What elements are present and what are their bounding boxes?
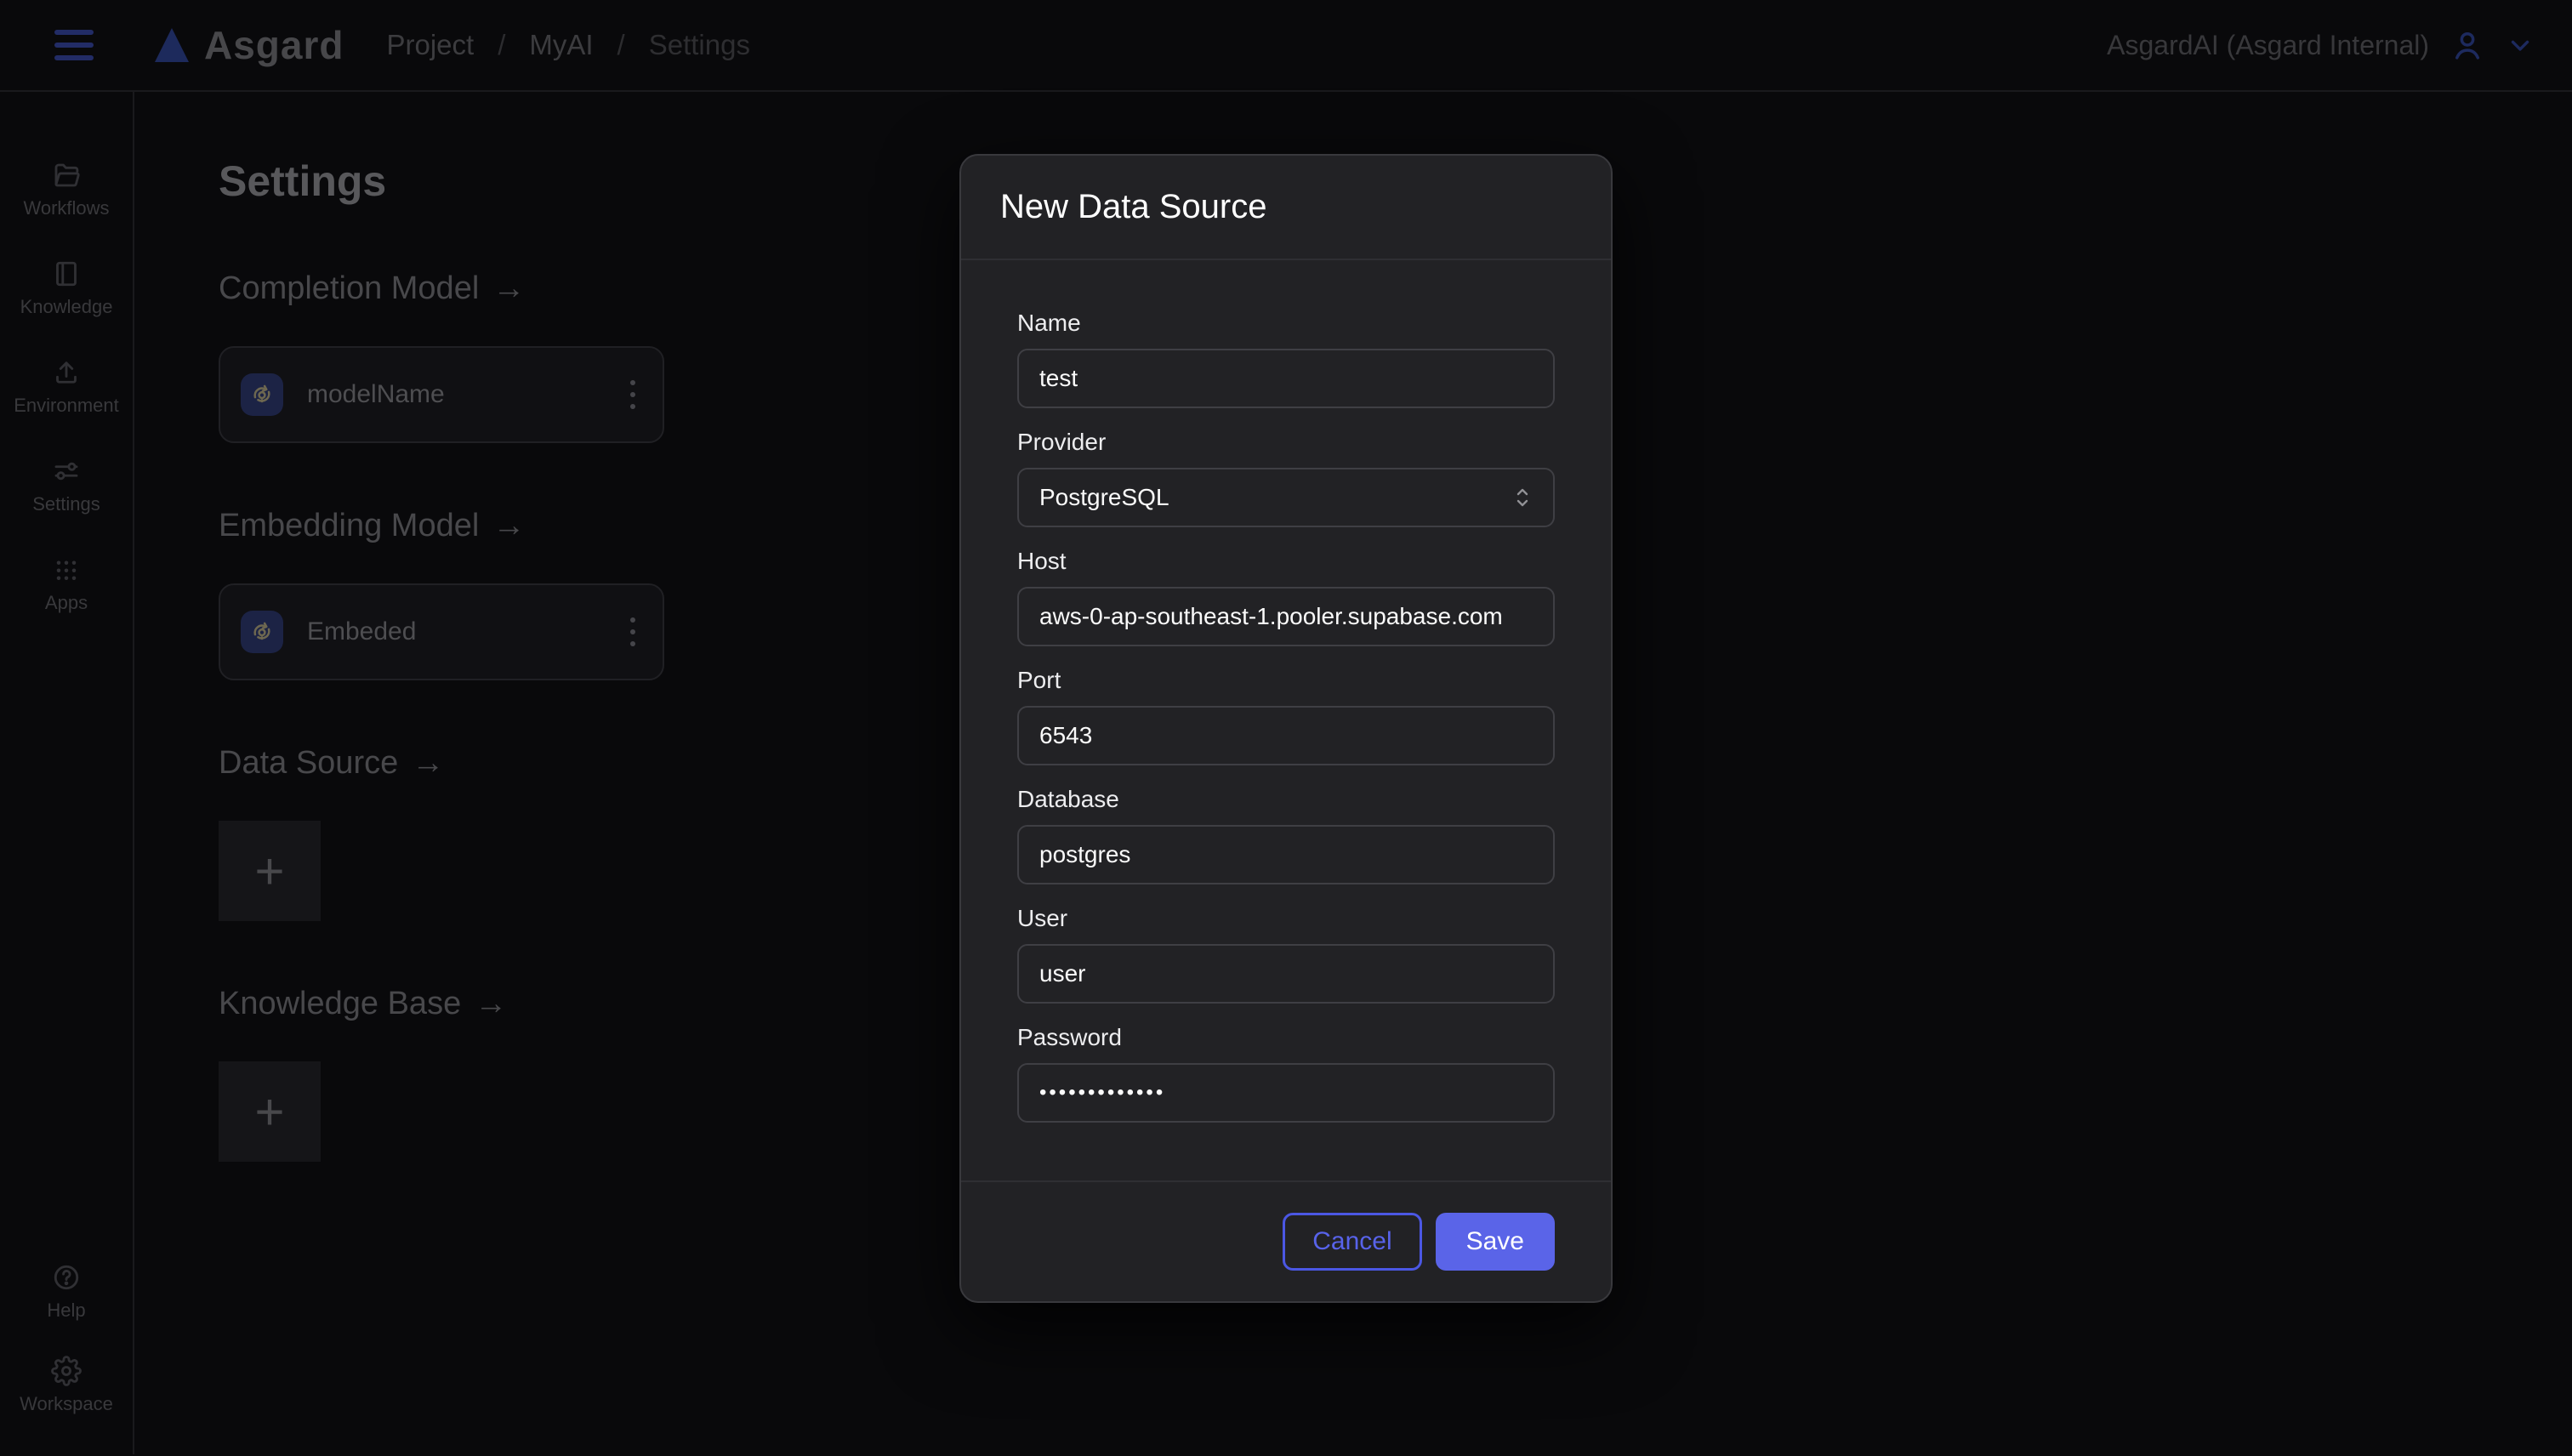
user-label: User: [1017, 905, 1555, 932]
add-data-source-button[interactable]: +: [219, 821, 321, 921]
name-label: Name: [1017, 310, 1555, 337]
kebab-menu-icon[interactable]: [625, 375, 640, 414]
plus-icon: +: [254, 1083, 284, 1141]
add-knowledge-base-button[interactable]: +: [219, 1061, 321, 1162]
hamburger-menu-icon[interactable]: [54, 26, 99, 64]
modal-body: Name Provider PostgreSQL Host: [961, 260, 1611, 1180]
model-icon-tile: [241, 373, 283, 416]
section-label: Data Source: [219, 745, 398, 782]
arrow-right-icon: →: [412, 745, 444, 782]
app-logo: Asgard: [155, 22, 344, 68]
logo-text: Asgard: [204, 22, 344, 68]
sidebar-item-help[interactable]: Help: [47, 1262, 85, 1322]
section-label: Knowledge Base: [219, 986, 461, 1022]
sidebar-item-label: Settings: [32, 493, 100, 515]
model-sync-bulb-icon: [248, 380, 276, 409]
host-field-group: Host: [1017, 548, 1555, 646]
modal-header: New Data Source: [961, 156, 1611, 260]
sliders-icon: [51, 456, 82, 486]
provider-field-group: Provider PostgreSQL: [1017, 429, 1555, 527]
sidebar: Workflows Knowledge Environment Settings: [0, 92, 134, 1454]
model-sync-bulb-icon: [248, 617, 276, 646]
plus-icon: +: [254, 842, 284, 901]
host-input[interactable]: [1017, 587, 1555, 646]
select-chevrons-icon: [1512, 484, 1533, 511]
password-label: Password: [1017, 1024, 1555, 1051]
completion-model-card[interactable]: modelName: [219, 346, 664, 443]
user-input[interactable]: [1017, 944, 1555, 1004]
breadcrumb-myai[interactable]: MyAI: [529, 29, 593, 61]
breadcrumb: Project / MyAI / Settings: [386, 29, 749, 61]
database-input[interactable]: [1017, 825, 1555, 884]
modal-footer: Cancel Save: [961, 1180, 1611, 1301]
breadcrumb-settings[interactable]: Settings: [649, 29, 750, 61]
arrow-right-icon: →: [475, 986, 507, 1022]
chevron-down-icon[interactable]: [2506, 31, 2535, 60]
model-icon-tile: [241, 611, 283, 653]
new-data-source-modal: New Data Source Name Provider PostgreSQL: [959, 154, 1613, 1303]
gear-icon: [51, 1356, 82, 1386]
top-bar: Asgard Project / MyAI / Settings AsgardA…: [0, 0, 2572, 92]
arrow-right-icon: →: [492, 508, 525, 544]
breadcrumb-separator: /: [617, 29, 625, 61]
help-circle-icon: [51, 1262, 82, 1293]
sidebar-item-environment[interactable]: Environment: [14, 357, 119, 417]
sidebar-item-label: Workflows: [23, 197, 109, 219]
grid-dots-icon: [51, 555, 82, 585]
password-field-group: Password: [1017, 1024, 1555, 1123]
sidebar-item-settings[interactable]: Settings: [32, 456, 100, 515]
host-label: Host: [1017, 548, 1555, 575]
port-input[interactable]: [1017, 706, 1555, 765]
sidebar-item-label: Environment: [14, 395, 119, 417]
upload-icon: [51, 357, 82, 388]
logo-triangle-icon: [155, 28, 189, 62]
folder-open-icon: [51, 160, 82, 191]
section-label: Completion Model: [219, 270, 479, 307]
cancel-button[interactable]: Cancel: [1283, 1213, 1421, 1271]
database-label: Database: [1017, 786, 1555, 813]
book-icon: [51, 259, 82, 289]
user-avatar-icon[interactable]: [2450, 27, 2485, 63]
sidebar-item-workflows[interactable]: Workflows: [23, 160, 109, 219]
save-button[interactable]: Save: [1436, 1213, 1555, 1271]
sidebar-item-label: Help: [47, 1300, 85, 1322]
name-input[interactable]: [1017, 349, 1555, 408]
breadcrumb-separator: /: [498, 29, 505, 61]
arrow-right-icon: →: [492, 270, 525, 307]
user-field-group: User: [1017, 905, 1555, 1004]
password-input[interactable]: [1017, 1063, 1555, 1123]
provider-label: Provider: [1017, 429, 1555, 456]
model-name: modelName: [307, 380, 445, 409]
kebab-menu-icon[interactable]: [625, 612, 640, 651]
sidebar-item-workspace[interactable]: Workspace: [20, 1356, 113, 1415]
sidebar-item-knowledge[interactable]: Knowledge: [20, 259, 113, 318]
provider-selected-value: PostgreSQL: [1039, 484, 1169, 511]
sidebar-item-apps[interactable]: Apps: [45, 555, 88, 614]
embedding-model-card[interactable]: Embeded: [219, 583, 664, 680]
sidebar-item-label: Knowledge: [20, 296, 113, 318]
provider-select[interactable]: PostgreSQL: [1017, 468, 1555, 527]
breadcrumb-project[interactable]: Project: [386, 29, 474, 61]
port-field-group: Port: [1017, 667, 1555, 765]
sidebar-item-label: Workspace: [20, 1393, 113, 1415]
section-label: Embedding Model: [219, 508, 479, 544]
sidebar-item-label: Apps: [45, 592, 88, 614]
database-field-group: Database: [1017, 786, 1555, 884]
name-field-group: Name: [1017, 310, 1555, 408]
modal-title: New Data Source: [1000, 188, 1572, 226]
model-name: Embeded: [307, 617, 416, 646]
port-label: Port: [1017, 667, 1555, 694]
account-label: AsgardAI (Asgard Internal): [2107, 30, 2429, 61]
